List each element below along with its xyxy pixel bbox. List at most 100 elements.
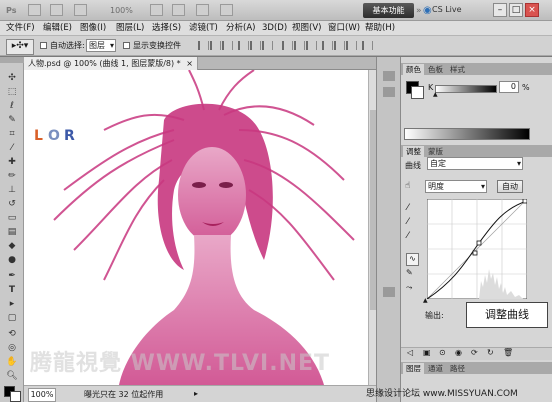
curves-preset-dropdown[interactable]: 自定 ▾: [427, 157, 523, 170]
menu-select[interactable]: 选择(S): [152, 22, 181, 35]
menu-help[interactable]: 帮助(H): [365, 22, 395, 35]
curve-point-low[interactable]: [472, 250, 478, 256]
distribute-vcenter-icon[interactable]: [294, 41, 305, 50]
tab-masks[interactable]: 蒙版: [425, 146, 446, 157]
tab-color[interactable]: 颜色: [403, 64, 424, 75]
document-tab[interactable]: 人物.psd @ 100% (曲线 1, 图层蒙版/8) * ×: [24, 57, 198, 70]
dodge-tool-icon[interactable]: ●: [6, 255, 18, 266]
distribute-left-icon[interactable]: [322, 41, 333, 50]
show-transform-checkbox[interactable]: [123, 42, 130, 49]
crop-tool-icon[interactable]: ⌗: [6, 129, 18, 140]
menu-file[interactable]: 文件(F): [6, 22, 35, 35]
black-point-eyedropper-icon[interactable]: ⁄: [407, 203, 409, 213]
double-chevron-icon[interactable]: »: [416, 5, 422, 18]
move-tool-preset-picker[interactable]: ▸✣▾: [6, 39, 34, 55]
document-canvas[interactable]: L O R: [24, 70, 368, 385]
curves-channel-dropdown[interactable]: 明度 ▾: [425, 180, 487, 193]
shape-tool-icon[interactable]: ▢: [6, 313, 18, 324]
view-extras-icon[interactable]: [74, 4, 87, 16]
distribute-top-icon[interactable]: [282, 41, 293, 50]
curve-point-white[interactable]: [522, 199, 527, 204]
k-slider-track[interactable]: [435, 85, 497, 93]
align-right-icon[interactable]: [262, 41, 273, 50]
align-top-icon[interactable]: [198, 41, 209, 50]
align-hcenter-icon[interactable]: [250, 41, 261, 50]
color-ramp[interactable]: [404, 128, 530, 140]
close-button[interactable]: ×: [525, 3, 539, 17]
curve-point-mid[interactable]: [476, 240, 482, 246]
black-point-slider-icon[interactable]: ▲: [423, 297, 428, 304]
delete-icon[interactable]: 🗑︎: [503, 348, 513, 357]
maximize-button[interactable]: □: [509, 3, 523, 17]
move-tool-icon[interactable]: ✣: [6, 73, 18, 84]
align-bottom-icon[interactable]: [222, 41, 233, 50]
cs-live-label[interactable]: CS Live: [432, 5, 462, 14]
align-vcenter-icon[interactable]: [210, 41, 221, 50]
white-point-eyedropper-icon[interactable]: ⁄: [407, 231, 409, 241]
tab-styles[interactable]: 样式: [447, 64, 468, 75]
menu-analysis[interactable]: 分析(A): [226, 22, 255, 35]
tab-channels[interactable]: 通道: [425, 363, 446, 374]
bridge-icon[interactable]: [28, 4, 41, 16]
layer-comps-panel-icon[interactable]: [383, 287, 395, 297]
color-background-swatch[interactable]: [411, 86, 424, 99]
curves-graph[interactable]: [427, 199, 527, 299]
distribute-right-icon[interactable]: [346, 41, 357, 50]
auto-select-dropdown[interactable]: 图层 ▾: [86, 39, 116, 52]
lasso-tool-icon[interactable]: ℓ: [6, 101, 18, 112]
healing-brush-tool-icon[interactable]: ✚: [6, 157, 18, 168]
eraser-tool-icon[interactable]: ▭: [6, 213, 18, 224]
vertical-scrollbar[interactable]: [368, 70, 376, 385]
distribute-hcenter-icon[interactable]: [334, 41, 345, 50]
screen-mode-icon[interactable]: [220, 4, 233, 16]
k-value-field[interactable]: 0: [499, 81, 519, 93]
blur-tool-icon[interactable]: ◆: [6, 241, 18, 252]
eyedropper-tool-icon[interactable]: ⁄: [6, 143, 18, 154]
quick-select-tool-icon[interactable]: ✎: [6, 115, 18, 126]
curve-edit-points-icon[interactable]: ∿: [406, 253, 419, 266]
3d-orbit-tool-icon[interactable]: ◎: [6, 343, 18, 354]
background-color-swatch[interactable]: [10, 391, 21, 402]
history-panel-icon[interactable]: [383, 71, 395, 81]
hand-tool-icon[interactable]: ✋: [6, 357, 18, 368]
3d-rotate-tool-icon[interactable]: ⟲: [6, 329, 18, 340]
clone-stamp-tool-icon[interactable]: ⊥: [6, 185, 18, 196]
gradient-tool-icon[interactable]: ▤: [6, 227, 18, 238]
curve-smooth-icon[interactable]: ⤳: [406, 283, 412, 293]
target-adjust-icon[interactable]: ☝: [405, 181, 410, 191]
tab-swatches[interactable]: 色板: [425, 64, 446, 75]
menu-layer[interactable]: 图层(L): [116, 22, 144, 35]
auto-align-icon[interactable]: [362, 41, 373, 50]
menu-image[interactable]: 图像(I): [80, 22, 106, 35]
tools-panel-header[interactable]: [0, 57, 24, 63]
status-zoom-field[interactable]: 100%: [28, 388, 56, 402]
pen-tool-icon[interactable]: ✒: [6, 271, 18, 282]
arrange-documents-icon[interactable]: [196, 4, 209, 16]
mini-bridge-icon[interactable]: [50, 4, 63, 16]
k-slider-handle-icon[interactable]: ▲: [433, 91, 438, 98]
menu-edit[interactable]: 编辑(E): [43, 22, 72, 35]
tab-layers[interactable]: 图层: [403, 363, 424, 374]
menu-3d[interactable]: 3D(D): [262, 22, 287, 35]
type-tool-icon[interactable]: T: [6, 285, 18, 296]
menu-filter[interactable]: 滤镜(T): [189, 22, 218, 35]
tab-adjustments[interactable]: 调整: [403, 146, 424, 157]
workspace-button[interactable]: 基本功能: [363, 3, 414, 18]
rotate-view-icon[interactable]: [172, 4, 185, 16]
distribute-bottom-icon[interactable]: [306, 41, 317, 50]
menu-view[interactable]: 视图(V): [292, 22, 321, 35]
marquee-tool-icon[interactable]: ⬚: [6, 87, 18, 98]
status-arrow-icon[interactable]: ▸: [194, 389, 198, 398]
previous-state-icon[interactable]: ⟳: [471, 348, 478, 357]
actions-panel-icon[interactable]: [383, 87, 395, 97]
hand-tool-icon[interactable]: [150, 4, 163, 16]
curve-pencil-icon[interactable]: ✎: [406, 268, 413, 277]
auto-button[interactable]: 自动: [497, 180, 523, 193]
clip-layer-icon[interactable]: ⊙: [439, 348, 446, 357]
path-select-tool-icon[interactable]: ▸: [6, 299, 18, 310]
zoom-tool-icon[interactable]: 🔍︎: [6, 371, 18, 382]
brush-tool-icon[interactable]: ✏: [6, 171, 18, 182]
tab-paths[interactable]: 路径: [447, 363, 468, 374]
zoom-level[interactable]: 100%: [110, 4, 133, 17]
gray-point-eyedropper-icon[interactable]: ⁄: [407, 217, 409, 227]
